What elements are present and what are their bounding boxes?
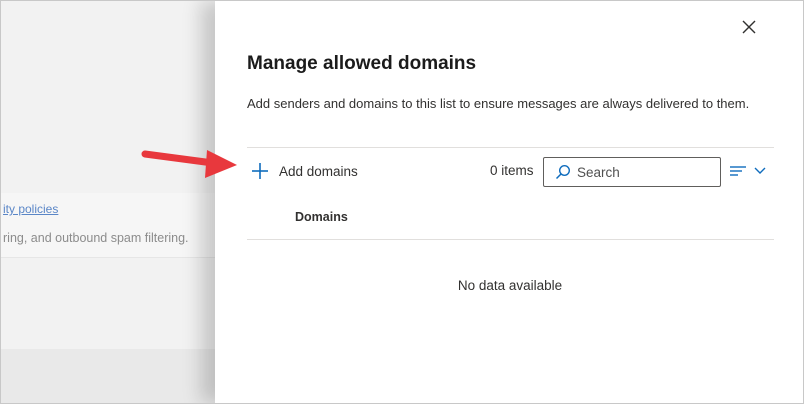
chevron-down-icon xyxy=(754,167,766,174)
toolbar-divider xyxy=(247,147,774,148)
close-button[interactable] xyxy=(737,15,761,39)
search-box[interactable] xyxy=(543,157,721,187)
view-options-button[interactable] xyxy=(729,161,771,181)
window-frame: ity policies ring, and outbound spam fil… xyxy=(0,0,804,404)
plus-icon xyxy=(252,163,268,179)
panel-title: Manage allowed domains xyxy=(247,53,477,74)
search-icon xyxy=(555,164,571,180)
search-input[interactable] xyxy=(577,164,707,180)
empty-state-message: No data available xyxy=(457,278,563,293)
header-divider xyxy=(247,239,774,240)
column-header-domains[interactable]: Domains xyxy=(295,210,348,224)
item-count: 0 items xyxy=(490,163,534,178)
close-icon xyxy=(742,20,756,34)
add-domains-label: Add domains xyxy=(279,163,358,179)
background-policies-link[interactable]: ity policies xyxy=(3,202,58,216)
red-arrow-annotation xyxy=(141,150,237,178)
background-description: ring, and outbound spam filtering. xyxy=(3,231,189,245)
panel-description: Add senders and domains to this list to … xyxy=(247,96,750,111)
manage-allowed-domains-panel: Manage allowed domains Add senders and d… xyxy=(215,1,803,403)
filter-lines-icon xyxy=(730,166,746,176)
add-domains-button[interactable]: Add domains xyxy=(251,159,358,183)
